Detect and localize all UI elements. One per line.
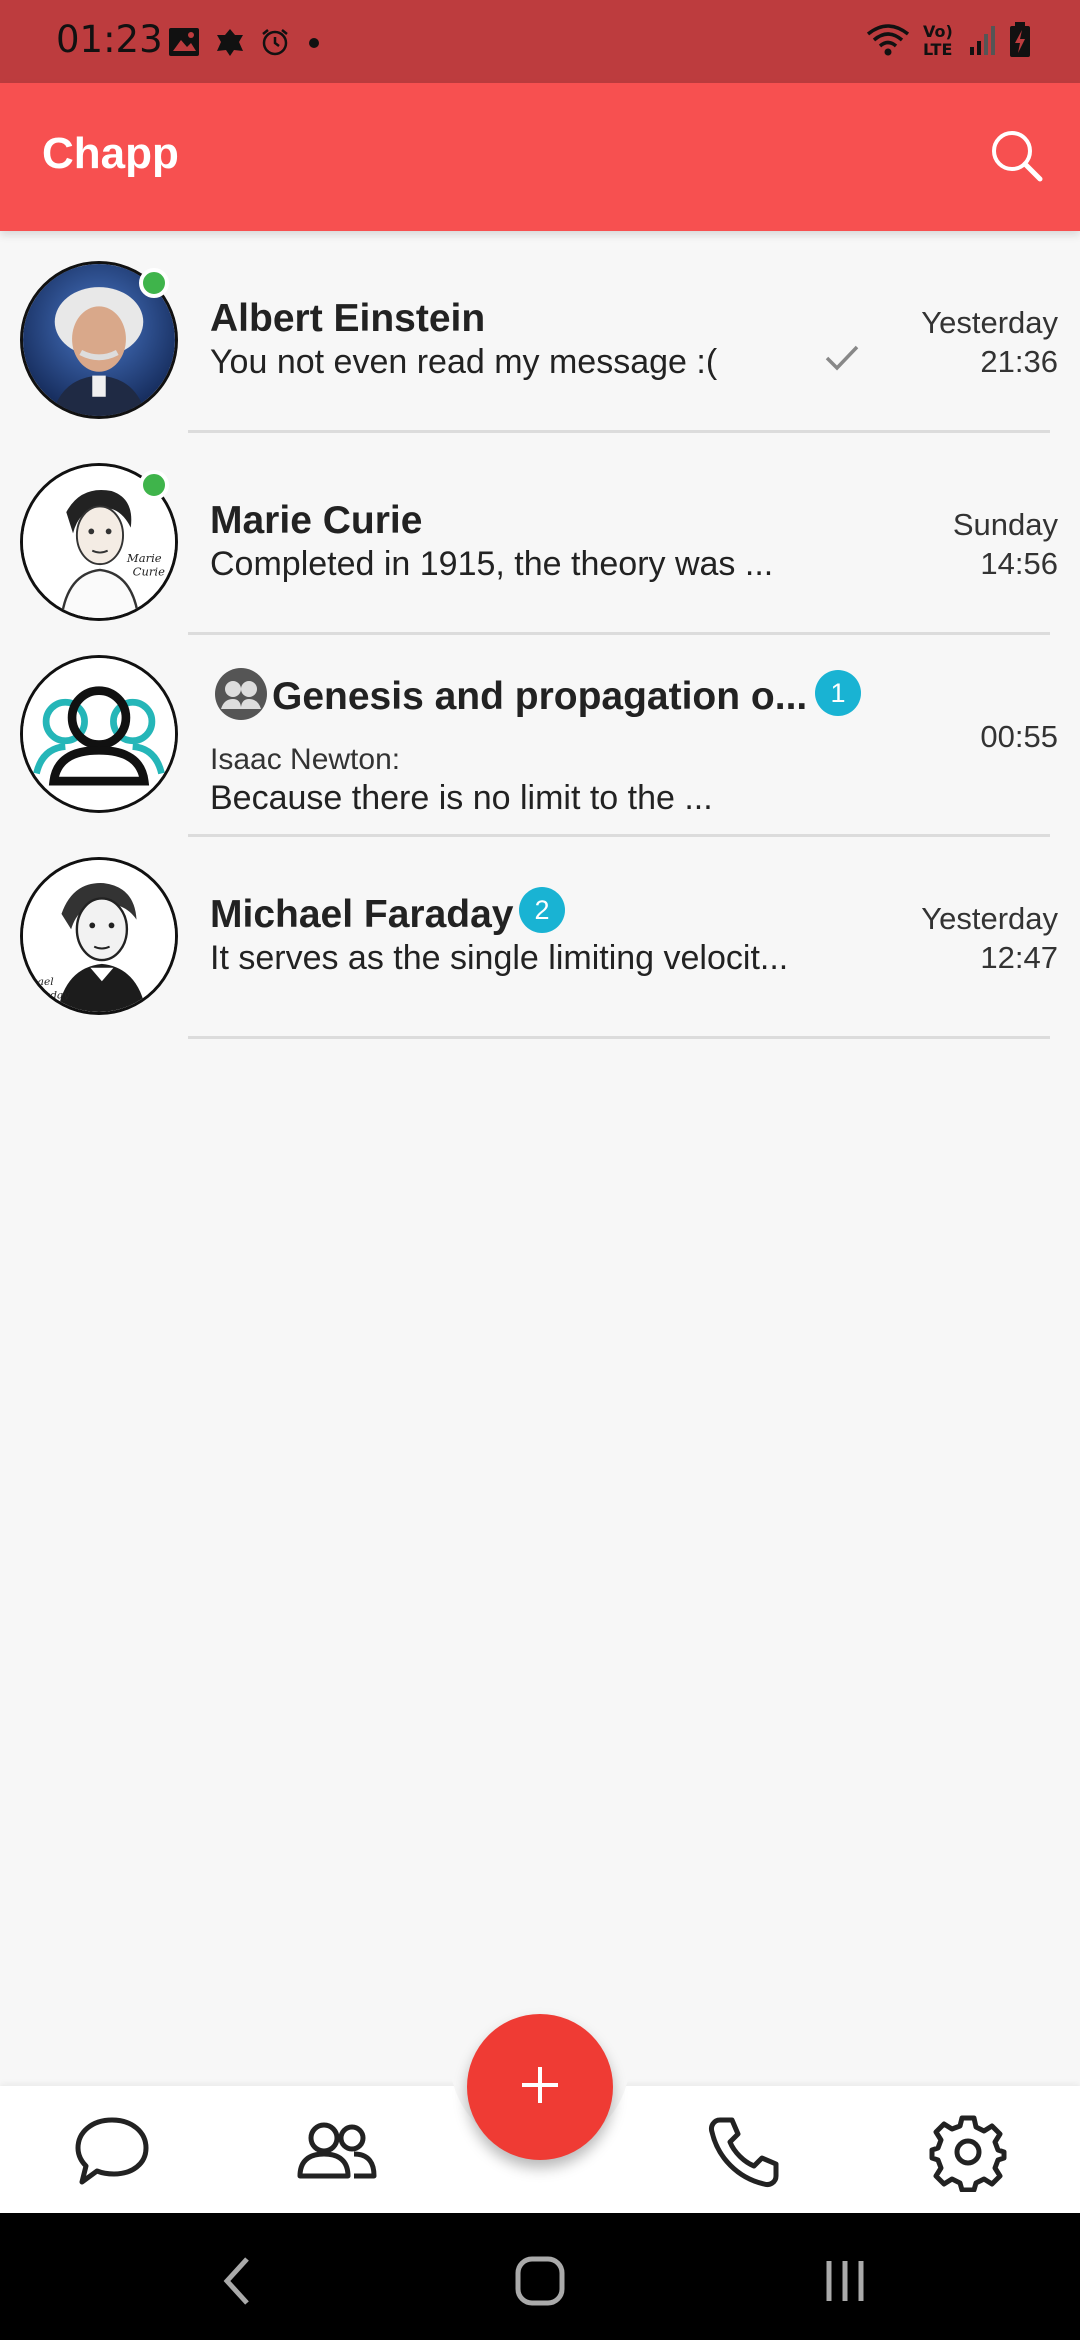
chat-name: Genesis and propagation o... [272,675,808,718]
image-icon [168,27,200,57]
faraday-avatar[interactable]: chael araday [20,857,178,1015]
alarm-icon [260,27,290,57]
status-bar: 01:23 Vo) LTE [0,0,1080,83]
volte-icon: Vo) LTE [920,20,958,60]
chat-time: 14:56 [980,546,1058,581]
search-icon[interactable] [986,125,1046,185]
svg-text:LTE: LTE [923,40,952,59]
recents-icon[interactable] [815,2251,875,2311]
chat-preview: Completed in 1915, the theory was ... [210,545,774,583]
chat-name: Albert Einstein [210,297,486,340]
app-bar: Chapp [0,83,1080,231]
chat-timestamp: Yesterday 21:36 [921,303,1058,381]
back-icon[interactable] [207,2251,267,2311]
calls-icon[interactable] [702,2110,786,2194]
status-time: 01:23 [56,18,163,61]
chat-timestamp: 00:55 [980,717,1058,756]
chat-item-michael-faraday[interactable]: chael araday Michael Faraday 2 It serves… [0,837,1080,1039]
chat-item-albert-einstein[interactable]: Albert Einstein You not even read my mes… [0,231,1080,433]
dot-icon [304,27,324,57]
svg-text:Marie: Marie [126,551,162,565]
battery-charging-icon [1008,21,1032,59]
system-nav-bar [0,2213,1080,2340]
plus-icon [518,2063,562,2111]
new-chat-button[interactable] [467,2014,613,2160]
chat-date: Sunday [952,507,1058,542]
svg-text:Vo): Vo) [923,22,953,41]
chat-time: 12:47 [980,940,1058,975]
status-icons-right: Vo) LTE [866,18,1032,62]
svg-text:araday: araday [33,990,71,1002]
home-icon[interactable] [510,2251,570,2311]
online-indicator [139,470,169,500]
chat-item-marie-curie[interactable]: Marie Curie Marie Curie Completed in 191… [0,433,1080,635]
chat-name: Michael Faraday [210,893,514,936]
app-notification-icon [214,27,246,57]
unread-badge: 2 [519,887,565,933]
signal-icon [968,23,998,57]
chat-time: 00:55 [980,719,1058,754]
group-avatar[interactable] [20,655,178,813]
svg-text:chael: chael [25,976,54,988]
chat-date: Yesterday [921,901,1058,936]
divider [188,1036,1050,1039]
app-title: Chapp [42,129,179,178]
chat-date: Yesterday [921,305,1058,340]
chat-name: Marie Curie [210,499,423,542]
chat-time: 21:36 [980,344,1058,379]
online-indicator [139,268,169,298]
group-chat-icon [214,667,268,721]
chat-sender: Isaac Newton: [210,743,401,776]
contacts-icon[interactable] [294,2110,378,2194]
chat-preview: Because there is no limit to the ... [210,779,713,817]
svg-text:Curie: Curie [133,565,165,579]
settings-icon[interactable] [926,2110,1010,2194]
chat-list: Albert Einstein You not even read my mes… [0,231,1080,1039]
chats-icon[interactable] [70,2110,154,2194]
chat-preview: You not even read my message :( [210,343,718,381]
chat-timestamp: Yesterday 12:47 [921,899,1058,977]
status-icons-left [168,22,324,62]
chat-timestamp: Sunday 14:56 [953,505,1058,583]
wifi-icon [866,22,910,58]
unread-badge: 1 [815,670,861,716]
chat-preview: It serves as the single limiting velocit… [210,939,789,977]
sent-check-icon [824,343,860,373]
chat-item-group[interactable]: Genesis and propagation o... 1 Isaac New… [0,635,1080,837]
